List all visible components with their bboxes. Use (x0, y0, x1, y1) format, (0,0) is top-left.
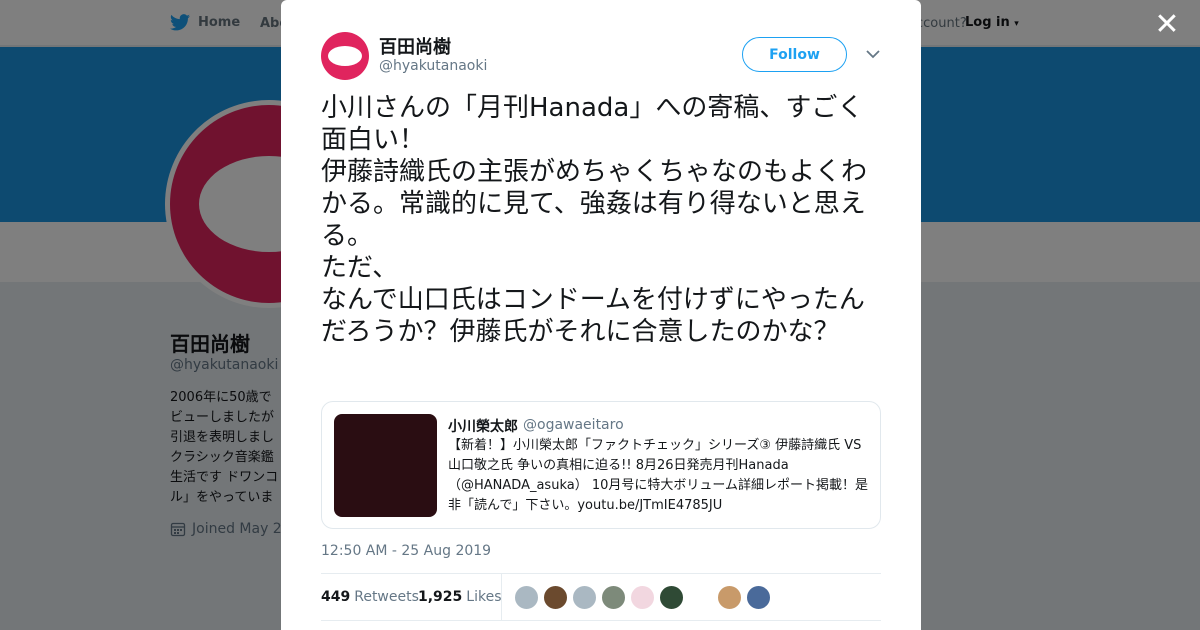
liker-avatar[interactable] (543, 585, 568, 610)
liker-avatar[interactable] (717, 585, 742, 610)
liker-avatar[interactable] (746, 585, 771, 610)
chevron-down-icon[interactable] (863, 44, 883, 64)
quoted-tweet-thumbnail (334, 414, 437, 517)
retweets-label: Retweets (354, 589, 419, 605)
liker-avatar[interactable] (514, 585, 539, 610)
tweet-author-handle[interactable]: @hyakutanaoki (379, 58, 487, 74)
tweet-text: 小川さんの「月刊Hanada」への寄稿、すごく面白い！ 伊藤詩織氏の主張がめちゃ… (321, 93, 868, 347)
liker-avatar[interactable] (630, 585, 655, 610)
tweet-stats: 449 Retweets 1,925 Likes (321, 573, 881, 621)
quoted-tweet-text: 【新着！】小川榮太郎「ファクトチェック」シリーズ③ 伊藤詩織氏 VS 山口敬之氏… (448, 438, 868, 513)
likes-label: Likes (466, 589, 502, 605)
likes-stat[interactable]: 1,925 Likes (418, 589, 502, 605)
quoted-author-handle: @ogawaeitaro (523, 417, 624, 433)
retweets-stat[interactable]: 449 Retweets (321, 589, 419, 605)
liker-avatar[interactable] (601, 585, 626, 610)
tweet-modal: 百田尚樹 @hyakutanaoki Follow 小川さんの「月刊Hanada… (281, 0, 921, 630)
liker-avatar[interactable] (572, 585, 597, 610)
tweet-author-name[interactable]: 百田尚樹 (379, 33, 451, 59)
stats-divider (501, 574, 502, 621)
liker-avatar[interactable] (659, 585, 684, 610)
close-icon[interactable]: ✕ (1152, 10, 1182, 40)
quoted-tweet[interactable]: 小川榮太郎 @ogawaeitaro 【新着！】小川榮太郎「ファクトチェック」シ… (321, 401, 881, 529)
follow-button[interactable]: Follow (742, 37, 847, 72)
likes-count: 1,925 (418, 589, 463, 605)
tweet-timestamp[interactable]: 12:50 AM - 25 Aug 2019 (321, 543, 491, 559)
quoted-author-name: 小川榮太郎 (448, 419, 518, 435)
tweet-author-avatar[interactable] (321, 32, 369, 80)
retweets-count: 449 (321, 589, 351, 605)
